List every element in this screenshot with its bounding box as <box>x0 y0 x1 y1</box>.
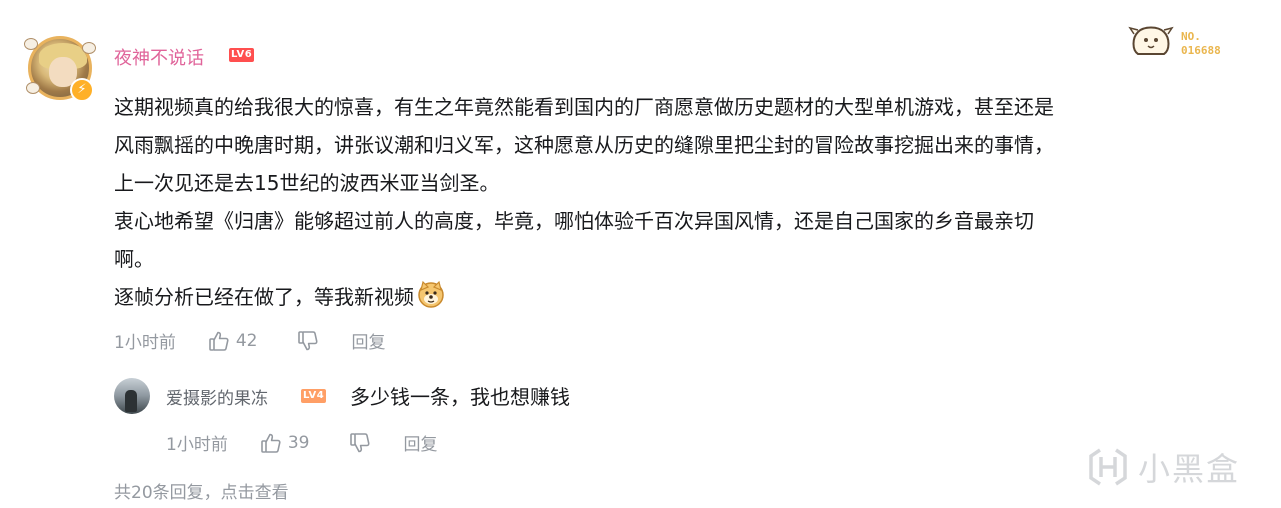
reply-avatar[interactable] <box>114 378 150 414</box>
like-button[interactable]: 42 <box>208 330 258 352</box>
fan-badge-mascot-icon <box>1128 26 1174 55</box>
comment-body: 这期视频真的给我很大的惊喜，有生之年竟然能看到国内的厂商愿意做历史题材的大型单机… <box>114 88 1254 316</box>
comment-line: 这期视频真的给我很大的惊喜，有生之年竟然能看到国内的厂商愿意做历史题材的大型单机… <box>114 95 1054 119</box>
lightning-icon: ⚡ <box>70 78 94 102</box>
commenter-username[interactable]: 夜神不说话 <box>114 44 204 70</box>
fan-badge-number: NO. 016688 <box>1181 30 1221 57</box>
comment-line-last: 逐帧分析已经在做了，等我新视频 <box>114 278 1254 316</box>
doge-emoji-icon <box>418 280 444 308</box>
avatar-pendant-decoration <box>82 42 96 54</box>
reply-username[interactable]: 爱摄影的果冻 <box>166 384 268 409</box>
reply-actions: 1小时前 39 回复 <box>166 430 437 456</box>
reply-button[interactable]: 回复 <box>403 430 437 455</box>
dislike-button[interactable] <box>297 330 319 352</box>
reply-time: 1小时前 <box>166 435 228 455</box>
heybox-logo-icon <box>1089 448 1127 486</box>
avatar-pendant-decoration <box>24 38 38 50</box>
watermark-text: 小黑盒 <box>1138 450 1241 488</box>
view-more-replies-link[interactable]: 共20条回复，点击查看 <box>114 478 289 503</box>
like-count: 42 <box>235 330 258 351</box>
level-badge: LV4 <box>301 389 327 403</box>
thumbs-up-icon <box>261 433 281 453</box>
avatar-pendant-decoration <box>26 82 40 94</box>
comment-line: 衷心地希望《归唐》能够超过前人的高度，毕竟，哪怕体验千百次异国风情，还是自己国家… <box>114 209 1034 233</box>
comment-line: 上一次见还是去15世纪的波西米亚当剑圣。 <box>114 171 500 195</box>
commenter-avatar[interactable]: ⚡ <box>24 32 96 104</box>
like-count: 39 <box>287 432 310 453</box>
thumbs-down-icon <box>350 432 371 452</box>
comment-line: 啊。 <box>114 247 154 271</box>
watermark: 小黑盒 <box>1088 444 1240 490</box>
reply-button[interactable]: 回复 <box>351 328 385 353</box>
thumbs-up-icon <box>209 331 229 351</box>
thumbs-down-icon <box>298 330 319 350</box>
comment-line: 风雨飘摇的中晚唐时期，讲张议潮和归义军，这种愿意从历史的缝隙里把尘封的冒险故事挖… <box>114 133 1054 157</box>
like-button[interactable]: 39 <box>260 432 310 454</box>
reply-text: 多少钱一条，我也想赚钱 <box>350 385 570 409</box>
dislike-button[interactable] <box>349 432 371 454</box>
comment-actions: 1小时前 42 回复 <box>114 328 385 354</box>
level-badge: LV6 <box>229 48 255 62</box>
comment-time: 1小时前 <box>114 333 176 353</box>
